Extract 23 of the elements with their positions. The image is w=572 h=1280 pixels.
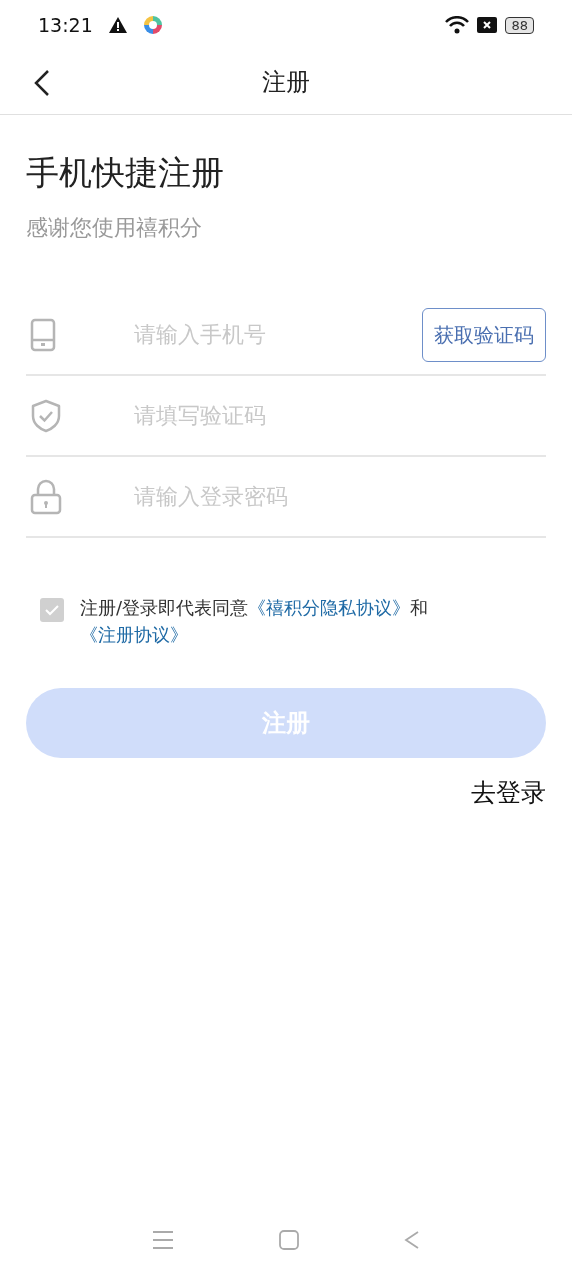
- phone-icon: [30, 317, 56, 352]
- shield-check-icon: [30, 398, 62, 433]
- heading: 手机快捷注册: [26, 152, 225, 194]
- subtitle: 感谢您使用禧积分: [26, 214, 203, 242]
- agreement-link[interactable]: 《禧积分隐私协议》: [248, 597, 411, 618]
- lock-icon: [30, 478, 62, 515]
- login-link[interactable]: 去登录: [471, 774, 546, 812]
- agreement-text: 注册/登录即代表同意《禧积分隐私协议》和 《注册协议》: [80, 596, 430, 647]
- app-logo-icon: [142, 15, 163, 35]
- get-code-button[interactable]: 获取验证码: [422, 307, 546, 362]
- back-icon: [32, 69, 52, 97]
- warning-icon: [108, 17, 127, 33]
- agreement-link[interactable]: 《注册协议》: [80, 624, 188, 645]
- back-nav-icon: [403, 1230, 420, 1250]
- wifi-icon: [445, 16, 470, 34]
- page-title: 注册: [262, 67, 310, 98]
- home-icon: [279, 1230, 299, 1250]
- check-icon: [45, 604, 59, 616]
- no-sim-icon: [477, 17, 498, 33]
- menu-icon: [152, 1230, 175, 1250]
- agree-checkbox[interactable]: [40, 598, 64, 622]
- status-time: 13:21: [38, 12, 93, 38]
- battery-level: 88: [505, 16, 534, 34]
